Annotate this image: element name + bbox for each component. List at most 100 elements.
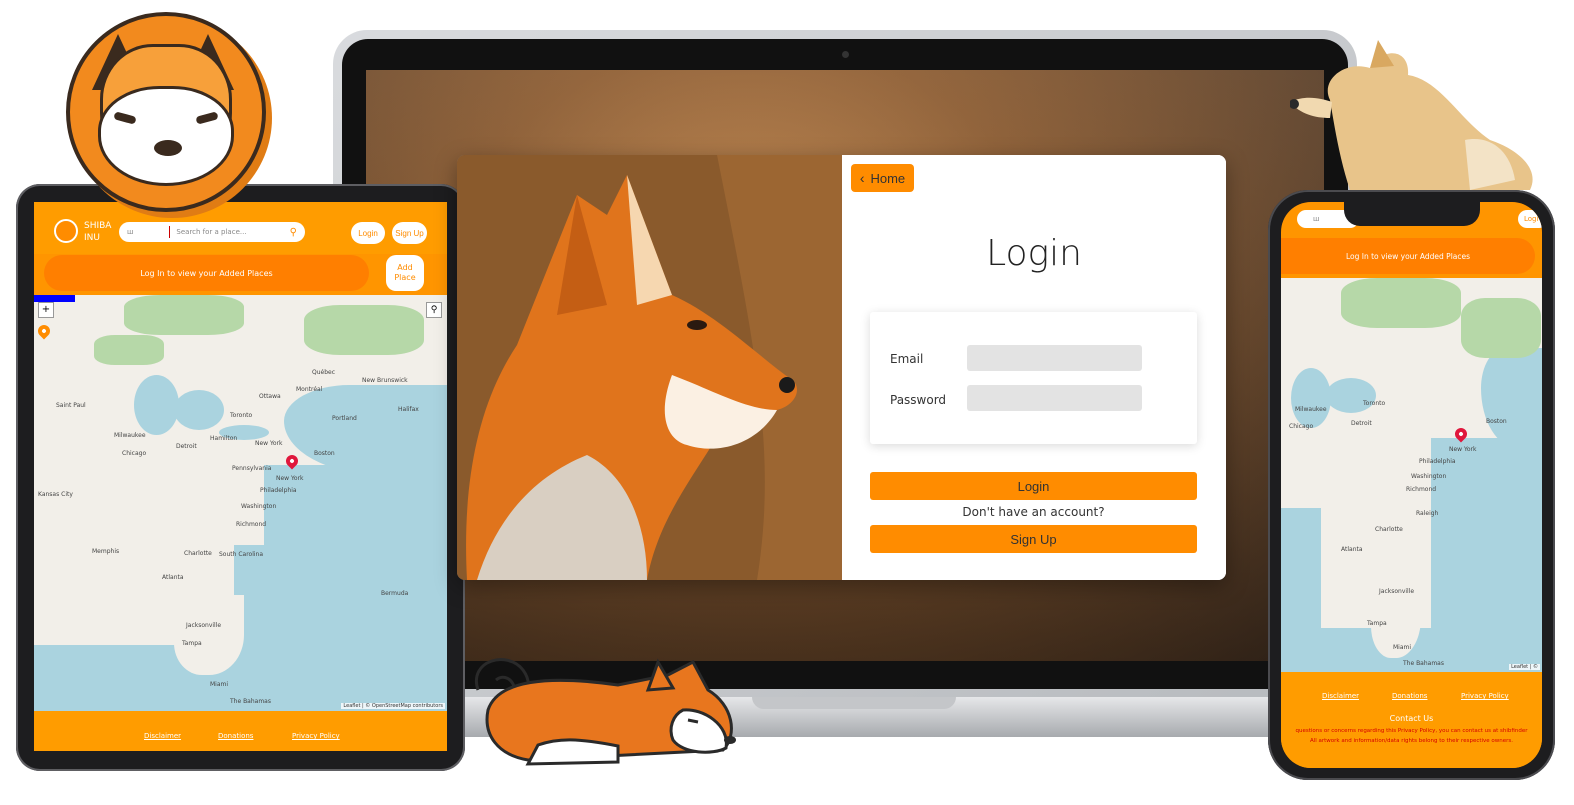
app-footer: Disclaimer Donations Privacy Policy Cont…	[1281, 672, 1542, 768]
search-prefix: ш	[127, 228, 134, 236]
map-label: South Carolina	[219, 551, 264, 558]
chevron-left-icon: ‹	[859, 170, 865, 186]
map-label: Saint Paul	[56, 402, 86, 409]
map-label: Charlotte	[184, 550, 212, 557]
login-form-panel: ‹ Home Login Email Password Login Don't …	[842, 155, 1226, 580]
map-label: Philadelphia	[1419, 458, 1456, 465]
privacy-policy-link[interactable]: Privacy Policy	[1461, 692, 1509, 700]
map-label: Pennsylvania	[232, 465, 272, 472]
map-label: Portland	[332, 415, 357, 422]
brand-line-1: SHIBA	[84, 221, 112, 231]
search-input[interactable]: ш Search for a place... ⚲	[119, 222, 305, 242]
login-button[interactable]: Login	[351, 222, 385, 244]
map-label: Charlotte	[1375, 526, 1403, 533]
donations-link[interactable]: Donations	[1392, 692, 1427, 700]
home-button-label: Home	[870, 170, 906, 186]
map-label: Detroit	[176, 443, 197, 450]
map-label: Bermuda	[381, 590, 409, 597]
map-label: New Brunswick	[362, 377, 408, 384]
map-label: Toronto	[1363, 400, 1386, 407]
map-label: Halifax	[398, 406, 419, 413]
add-place-line-2: Place	[394, 273, 416, 282]
app-footer: Disclaimer Donations Privacy Policy	[34, 711, 447, 751]
map-label: Tampa	[1367, 620, 1387, 627]
map-label: Tampa	[182, 640, 202, 647]
map-label: Miami	[1393, 644, 1412, 651]
camera-icon	[842, 51, 849, 58]
map-lake	[174, 390, 224, 430]
map-view[interactable]: + ⚲ Québec Ottawa Montréal New Brunswick…	[34, 295, 447, 711]
home-button[interactable]: ‹ Home	[851, 164, 914, 192]
map-label: Montréal	[296, 386, 323, 393]
map-label: Québec	[312, 369, 336, 376]
map-label: Miami	[210, 681, 229, 688]
page-title: Login	[986, 233, 1082, 274]
map-label: Memphis	[92, 548, 120, 555]
signup-button[interactable]: Sign Up	[870, 525, 1197, 553]
map-label: Milwaukee	[1295, 406, 1327, 413]
map-label: New York	[1449, 446, 1477, 453]
phone-screen: ш Logi Log In to view your Added Places …	[1281, 202, 1542, 768]
no-account-text: Don't have an account?	[962, 505, 1105, 519]
shiba-logo-icon	[54, 219, 78, 243]
zoom-in-button[interactable]: +	[38, 302, 54, 318]
map-forest	[124, 295, 244, 335]
map-lake	[134, 375, 179, 435]
map-label: New York	[255, 440, 283, 447]
login-card: ‹ Home Login Email Password Login Don't …	[457, 155, 1226, 580]
map-load-bar	[34, 295, 75, 302]
disclaimer-link[interactable]: Disclaimer	[1322, 692, 1359, 700]
map-attribution[interactable]: Leaflet | © OpenStreetMap contributors	[341, 703, 445, 709]
device-mockup-scene: ‹ Home Login Email Password Login Don't …	[0, 0, 1574, 805]
map-forest	[304, 305, 424, 355]
contact-text: questions or concerns regarding this Pri…	[1295, 728, 1528, 734]
signup-button[interactable]: Sign Up	[392, 222, 427, 244]
map-ocean	[264, 465, 447, 711]
map-attribution[interactable]: Leaflet | ©	[1509, 664, 1540, 670]
brand-name: SHIBA INU	[84, 220, 111, 244]
map-lake	[1291, 368, 1331, 428]
donations-link[interactable]: Donations	[218, 732, 253, 740]
map-label: The Bahamas	[1403, 660, 1444, 667]
map-ocean	[1431, 438, 1542, 672]
add-place-button[interactable]: Add Place	[386, 255, 424, 291]
map-label: Richmond	[236, 521, 267, 528]
search-divider	[169, 226, 171, 238]
contact-title: Contact Us	[1389, 714, 1434, 723]
map-label: Washington	[241, 503, 277, 510]
privacy-policy-link[interactable]: Privacy Policy	[292, 732, 340, 740]
map-label: Detroit	[1351, 420, 1372, 427]
shiba-inu-coin-logo	[66, 12, 266, 212]
map-label: Hamilton	[210, 435, 238, 442]
map-label: Jacksonville	[1379, 588, 1415, 595]
laptop-trackpad-notch	[752, 697, 956, 709]
map-label: Washington	[1411, 473, 1447, 480]
sleeping-shiba-illustration	[474, 658, 736, 766]
coin-nose	[154, 140, 182, 156]
map-label: Jacksonville	[186, 622, 222, 629]
add-place-line-1: Add	[397, 263, 413, 272]
map-forest	[1341, 278, 1461, 328]
map-label: Kansas City	[38, 491, 73, 498]
map-label: Ottawa	[259, 393, 281, 400]
map-label: Boston	[314, 450, 335, 457]
brand-line-2: INU	[84, 233, 100, 243]
password-label: Password	[890, 393, 947, 407]
disclaimer-link[interactable]: Disclaimer	[144, 732, 181, 740]
map-view[interactable]: Toronto Milwaukee Chicago Detroit New Yo…	[1281, 278, 1542, 672]
shiba-dog-illustration	[1290, 40, 1533, 190]
map-label: Raleigh	[1416, 510, 1439, 517]
email-field[interactable]	[967, 345, 1142, 371]
map-label: Atlanta	[162, 574, 184, 581]
search-icon[interactable]: ⚲	[290, 227, 297, 238]
fox-illustration	[457, 155, 842, 580]
map-label: Chicago	[1289, 423, 1314, 430]
map-lake	[1326, 378, 1376, 413]
map-search-icon[interactable]: ⚲	[426, 302, 442, 318]
app-header: SHIBA INU ш Search for a place... ⚲ Logi…	[34, 202, 447, 254]
credentials-box: Email Password	[870, 312, 1197, 444]
login-prompt-banner: Log In to view your Added Places	[44, 255, 369, 291]
login-button[interactable]: Login	[870, 472, 1197, 500]
login-button[interactable]: Logi	[1518, 210, 1542, 228]
password-field[interactable]	[967, 385, 1142, 411]
